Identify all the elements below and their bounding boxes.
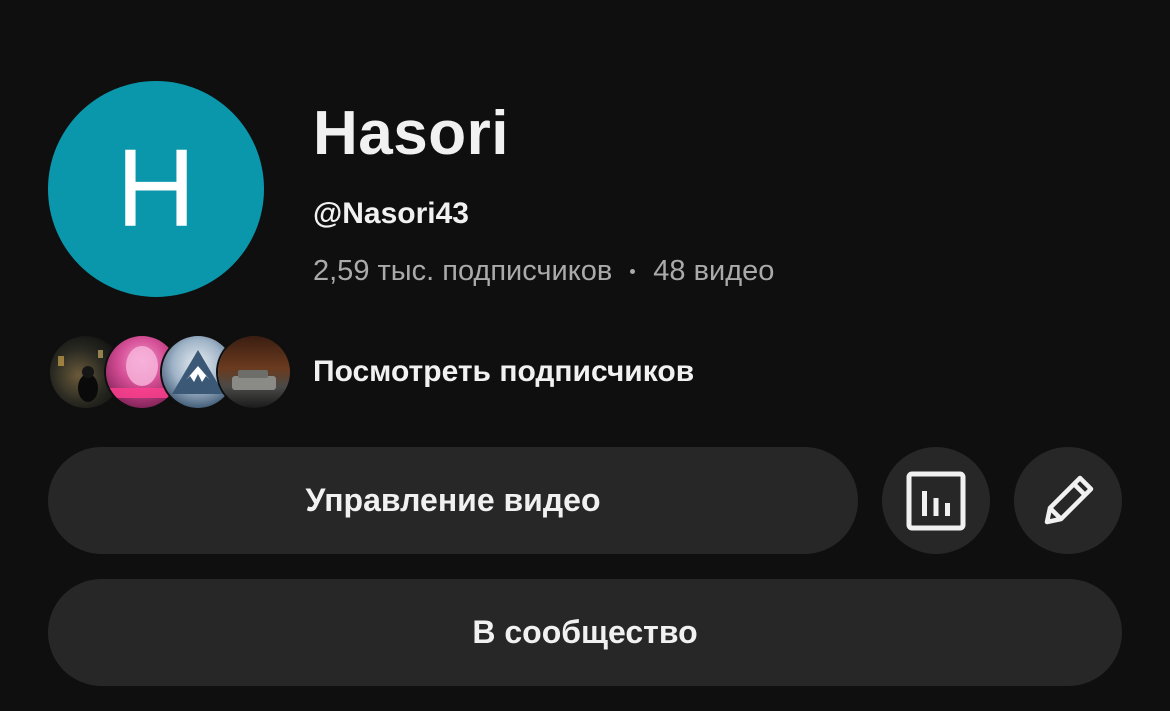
view-subscribers-row[interactable]: Посмотреть подписчиков bbox=[50, 336, 694, 408]
community-label: В сообщество bbox=[472, 614, 698, 650]
edit-channel-button[interactable] bbox=[1014, 447, 1122, 554]
view-subscribers-label: Посмотреть подписчиков bbox=[313, 355, 695, 388]
manage-videos-button[interactable]: Управление видео bbox=[48, 447, 858, 554]
analytics-button[interactable] bbox=[882, 447, 990, 554]
subscriber-avatar-4 bbox=[218, 336, 290, 408]
community-button[interactable]: В сообщество bbox=[48, 579, 1122, 686]
bar-chart-icon bbox=[906, 471, 966, 531]
manage-videos-label: Управление видео bbox=[305, 482, 601, 518]
subscriber-count: 2,59 тыс. подписчиков bbox=[313, 255, 613, 287]
separator-dot bbox=[630, 268, 636, 274]
subscriber-avatars bbox=[50, 336, 290, 408]
channel-avatar[interactable]: H bbox=[48, 81, 264, 297]
avatar-letter: H bbox=[116, 127, 196, 250]
pencil-icon bbox=[1037, 470, 1099, 532]
video-count: 48 видео bbox=[653, 255, 775, 287]
channel-stats: 2,59 тыс. подписчиков 48 видео bbox=[313, 252, 774, 290]
channel-name: Hasori bbox=[313, 99, 509, 168]
channel-handle: @Nasori43 bbox=[313, 197, 469, 230]
